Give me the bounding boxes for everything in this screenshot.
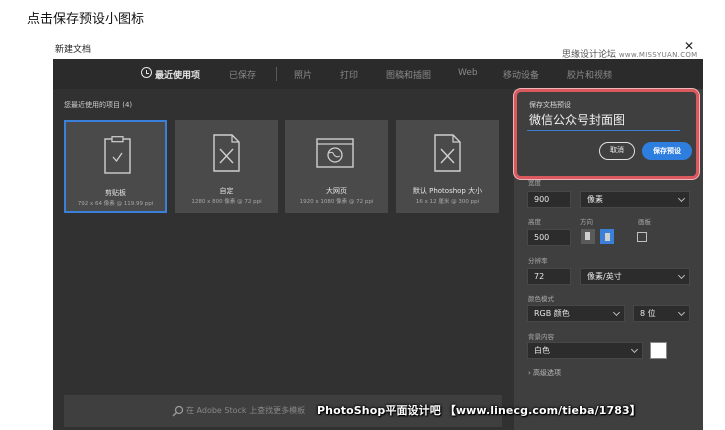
chevron-down-icon: [612, 308, 621, 317]
tab-art-illustration[interactable]: 图稿和插图: [386, 68, 431, 81]
advanced-options-toggle[interactable]: › 高级选项: [528, 368, 561, 378]
chevron-down-icon: [677, 308, 686, 317]
bit-depth-select[interactable]: 8 位: [633, 305, 690, 322]
card-description: 792 x 64 像素 @ 119.99 ppi: [77, 201, 154, 207]
height-label: 高度: [528, 218, 541, 226]
tab-film-video[interactable]: 胶片和视频: [567, 68, 612, 81]
resolution-unit-select[interactable]: 像素/英寸: [580, 268, 690, 285]
card-name: 自定: [219, 187, 234, 195]
tab-print[interactable]: 打印: [340, 68, 358, 81]
cancel-button[interactable]: 取消: [599, 142, 635, 160]
background-label: 背景内容: [528, 333, 554, 341]
height-input[interactable]: 500: [527, 229, 571, 246]
tab-bar: 最近使用项 已保存 照片 打印 图稿和插图 Web 移动设备 胶片和视频: [53, 59, 703, 89]
preset-card-large-web[interactable]: 大网页 1920 x 1080 像素 @ 72 ppi: [285, 120, 388, 213]
save-preset-label: 保存文档预设: [529, 101, 571, 109]
tab-mobile[interactable]: 移动设备: [503, 68, 539, 81]
color-mode-label: 颜色模式: [528, 295, 554, 303]
tab-saved[interactable]: 已保存: [229, 68, 256, 81]
advanced-options-label: 高级选项: [533, 369, 562, 377]
preset-card-default-photoshop[interactable]: 默认 Photoshop 大小 16 x 12 厘米 @ 300 ppi: [396, 120, 499, 213]
dialog-title: 新建文档: [55, 45, 92, 55]
landscape-orientation-icon[interactable]: [600, 229, 614, 244]
background-value: 白色: [534, 346, 550, 355]
width-unit-value: 像素: [587, 195, 603, 204]
close-icon[interactable]: ✕: [684, 40, 694, 52]
background-select[interactable]: 白色: [527, 342, 643, 359]
save-preset-button[interactable]: 保存预设: [642, 142, 692, 160]
orientation-label: 方向: [580, 218, 593, 226]
resolution-input[interactable]: 72: [527, 268, 571, 285]
web-page-icon: [316, 138, 354, 168]
bit-depth-value: 8 位: [640, 309, 656, 318]
card-description: 1920 x 1080 像素 @ 72 ppi: [299, 199, 374, 205]
clock-icon: [141, 67, 152, 78]
tab-web[interactable]: Web: [458, 68, 478, 78]
preset-card-custom[interactable]: 自定 1280 x 800 像素 @ 72 ppi: [175, 120, 278, 213]
width-unit-select[interactable]: 像素: [580, 191, 690, 208]
document-icon: [434, 134, 461, 172]
artboard-label: 画板: [638, 218, 651, 226]
chevron-down-icon: [630, 345, 639, 354]
chevron-down-icon: [677, 194, 686, 203]
color-mode-value: RGB 颜色: [534, 309, 570, 318]
width-input[interactable]: 900: [527, 191, 571, 208]
card-description: 16 x 12 厘米 @ 300 ppi: [415, 199, 480, 205]
save-preset-popup: 保存文档预设 微信公众号封面图 取消 保存预设: [514, 89, 699, 179]
clipboard-icon: [104, 136, 131, 174]
caption-text: 点击保存预设小图标: [27, 12, 145, 27]
search-icon: [172, 405, 184, 417]
preset-name-input[interactable]: 微信公众号封面图: [527, 112, 680, 131]
artboard-checkbox[interactable]: [637, 232, 647, 242]
tab-recent[interactable]: 最近使用项: [155, 68, 200, 81]
card-description: 1280 x 800 像素 @ 72 ppi: [191, 199, 262, 205]
recent-items-title: 您最近使用的项目 (4): [64, 101, 133, 109]
background-color-swatch[interactable]: [650, 342, 667, 359]
card-name: 大网页: [326, 187, 347, 195]
document-icon: [213, 134, 240, 172]
card-name: 剪贴板: [105, 189, 126, 197]
new-document-dialog: 最近使用项 已保存 照片 打印 图稿和插图 Web 移动设备 胶片和视频 您最近…: [53, 59, 703, 430]
card-name: 默认 Photoshop 大小: [412, 187, 483, 195]
resolution-unit-value: 像素/英寸: [587, 272, 622, 281]
search-placeholder: 在 Adobe Stock 上查找更多模板: [186, 406, 306, 415]
preset-card-clipboard[interactable]: 剪贴板 792 x 64 像素 @ 119.99 ppi: [64, 120, 167, 213]
resolution-label: 分辨率: [528, 257, 548, 265]
tab-separator: [276, 67, 277, 81]
watermark-bottom: PhotoShop平面设计吧 【www.linecg.com/tieba/178…: [317, 404, 641, 417]
chevron-down-icon: [677, 271, 686, 280]
color-mode-select[interactable]: RGB 颜色: [527, 305, 625, 322]
portrait-orientation-icon[interactable]: [581, 229, 595, 244]
tab-photo[interactable]: 照片: [294, 68, 312, 81]
